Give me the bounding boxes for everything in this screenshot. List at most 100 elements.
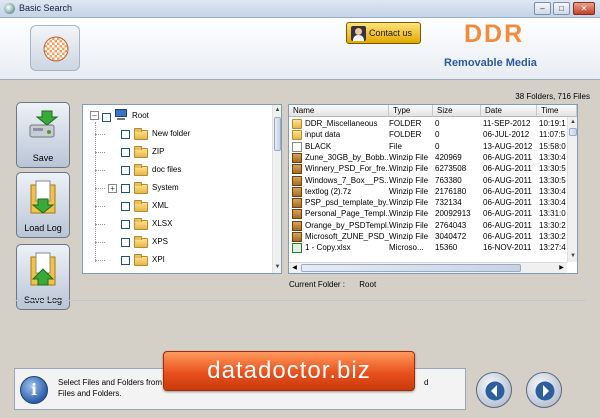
next-button[interactable] xyxy=(526,372,562,408)
file-size-cell: 2764043 xyxy=(435,220,467,230)
file-size-cell: 20092913 xyxy=(435,209,471,219)
tree-item-checkbox[interactable] xyxy=(121,256,130,265)
save-log-folder-icon xyxy=(30,252,56,286)
file-size-cell: 420969 xyxy=(435,152,462,162)
file-list[interactable]: Name Type Size Date Time DDR_Miscellaneo… xyxy=(288,104,578,274)
file-name-cell: 1 - Copy.xlsx xyxy=(305,243,351,253)
file-type-cell: Winzip File xyxy=(389,198,429,208)
file-time-cell: 13:30:2 xyxy=(539,232,566,241)
filelist-hscroll-thumb[interactable] xyxy=(301,264,521,272)
file-type-cell: Winzip File xyxy=(389,186,429,196)
scroll-up-arrow-icon[interactable]: ▲ xyxy=(273,105,281,116)
tree-item-checkbox[interactable] xyxy=(121,220,130,229)
minimize-button[interactable]: – xyxy=(534,2,551,15)
info-icon: i xyxy=(20,376,48,404)
file-name-cell: Personal_Page_Templ... xyxy=(305,209,389,219)
tree-item-label[interactable]: XLSX xyxy=(152,217,172,231)
back-button[interactable] xyxy=(476,372,512,408)
next-arrow-icon xyxy=(535,381,555,401)
folder-tree[interactable]: – Root New folder ZIP doc files + System XML X… xyxy=(82,104,282,274)
file-type-cell: FOLDER xyxy=(389,119,422,128)
column-name-header[interactable]: Name xyxy=(289,105,389,117)
scroll-down-arrow-icon[interactable]: ▼ xyxy=(273,262,281,273)
column-time-header[interactable]: Time xyxy=(537,105,577,117)
file-list-header: Name Type Size Date Time xyxy=(289,105,577,117)
window-title: Basic Search xyxy=(19,3,73,13)
tree-item-label[interactable]: XML xyxy=(152,199,168,213)
filelist-scroll-down-icon[interactable]: ▼ xyxy=(568,251,577,262)
file-row[interactable]: Winnery_PSD_For_fre... Winzip File 6273508… xyxy=(289,163,577,175)
tree-item-checkbox[interactable] xyxy=(121,166,130,175)
file-time-cell: 13:30:4 xyxy=(539,198,566,208)
maximize-button[interactable]: □ xyxy=(553,2,570,15)
tree-scroll-thumb[interactable] xyxy=(274,117,281,151)
file-row[interactable]: PSP_psd_template_by... Winzip File 732134 0… xyxy=(289,197,577,209)
tree-item-checkbox[interactable] xyxy=(121,130,130,139)
file-date-cell: 11-SEP-2012 xyxy=(483,119,531,128)
file-name-cell: textlog (2).7z xyxy=(305,186,352,196)
file-name-cell: input data xyxy=(305,130,341,140)
tree-item-checkbox[interactable] xyxy=(121,148,130,157)
file-size-cell: 2176180 xyxy=(435,186,467,196)
close-button[interactable]: ✕ xyxy=(573,2,595,15)
tree-item-label[interactable]: System xyxy=(152,181,179,195)
file-time-cell: 13:30:4 xyxy=(539,186,566,196)
filelist-scroll-up-icon[interactable]: ▲ xyxy=(568,117,577,128)
tree-item-label[interactable]: XPS xyxy=(152,235,168,249)
tree-item-label[interactable]: XPI xyxy=(152,253,165,267)
file-row[interactable]: DDR_Miscellaneous FOLDER 0 11-SEP-2012 10:19… xyxy=(289,118,577,130)
tree-item-checkbox[interactable] xyxy=(121,184,130,193)
brand-logo-text: DDR xyxy=(464,20,525,48)
current-folder-value: Root xyxy=(359,280,377,289)
tree-item-label[interactable]: New folder xyxy=(152,127,190,141)
load-log-button[interactable]: Load Log xyxy=(16,172,70,238)
contact-person-icon xyxy=(351,26,366,41)
file-row[interactable]: textlog (2).7z Winzip File 2176180 06-AUG-2… xyxy=(289,186,577,198)
file-row[interactable]: input data FOLDER 0 06-JUL-2012 11:07:5 xyxy=(289,129,577,141)
tree-expand-toggle[interactable]: + xyxy=(108,184,117,193)
contact-us-button[interactable]: Contact us xyxy=(346,22,421,44)
file-row[interactable]: 1 - Copy.xlsx Microso... 15360 16-NOV-2011 1… xyxy=(289,242,577,254)
scroll-left-arrow-icon[interactable]: ◀ xyxy=(289,263,300,273)
scroll-right-arrow-icon[interactable]: ▶ xyxy=(556,263,567,273)
file-row[interactable]: Zune_30GB_by_Bobb... Winzip File 420969 06-… xyxy=(289,152,577,164)
column-date-header[interactable]: Date xyxy=(481,105,537,117)
folder-icon xyxy=(292,119,302,129)
tree-item-label[interactable]: doc files xyxy=(152,163,181,177)
root-collapse-toggle[interactable]: – xyxy=(90,111,99,120)
column-size-header[interactable]: Size xyxy=(433,105,481,117)
file-time-cell: 13:30:5 xyxy=(539,164,566,174)
tree-item-checkbox[interactable] xyxy=(121,238,130,247)
column-type-header[interactable]: Type xyxy=(389,105,433,117)
file-row[interactable]: BLACK File 0 13-AUG-2012 15:58:0 xyxy=(289,141,577,153)
root-checkbox[interactable] xyxy=(102,113,111,122)
file-date-cell: 06-AUG-2011 xyxy=(483,209,532,219)
file-row[interactable]: Orange_by_PSDTempl... Winzip File 2764043 0… xyxy=(289,220,577,232)
file-row[interactable]: Windows_7_Box__PS... Winzip File 763380 06-… xyxy=(289,175,577,187)
file-time-cell: 13:30:5 xyxy=(539,175,566,185)
filelist-horizontal-scrollbar[interactable]: ◀ ▶ xyxy=(289,262,567,273)
file-type-cell: File xyxy=(389,141,402,151)
file-row[interactable]: Personal_Page_Templ... Winzip File 2009291… xyxy=(289,208,577,220)
folder-icon xyxy=(134,200,148,212)
title-bar: Basic Search – □ ✕ xyxy=(0,0,600,18)
folder-icon xyxy=(134,236,148,248)
filelist-vertical-scrollbar[interactable]: ▲ ▼ xyxy=(567,117,577,262)
tree-item-label[interactable]: ZIP xyxy=(152,145,164,159)
file-date-cell: 06-AUG-2011 xyxy=(483,186,532,196)
file-row[interactable]: Microsoft_ZUNE_PSD_... Winzip File 3040472… xyxy=(289,231,577,243)
file-type-cell: Winzip File xyxy=(389,164,429,174)
disc-grid-icon xyxy=(43,36,69,62)
save-button[interactable]: Save xyxy=(16,102,70,168)
tree-root-label[interactable]: Root xyxy=(132,109,149,123)
file-name-cell: Winnery_PSD_For_fre... xyxy=(305,164,389,174)
tree-vertical-scrollbar[interactable]: ▲ ▼ xyxy=(272,105,281,273)
file-size-cell: 732134 xyxy=(435,198,462,208)
file-date-cell: 16-NOV-2011 xyxy=(483,243,532,253)
website-banner[interactable]: datadoctor.biz xyxy=(163,351,415,391)
computer-icon xyxy=(114,109,128,121)
filelist-scroll-thumb[interactable] xyxy=(569,128,577,136)
file-date-cell: 06-AUG-2011 xyxy=(483,198,532,208)
tree-item-checkbox[interactable] xyxy=(121,202,130,211)
file-date-cell: 13-AUG-2012 xyxy=(483,141,533,151)
